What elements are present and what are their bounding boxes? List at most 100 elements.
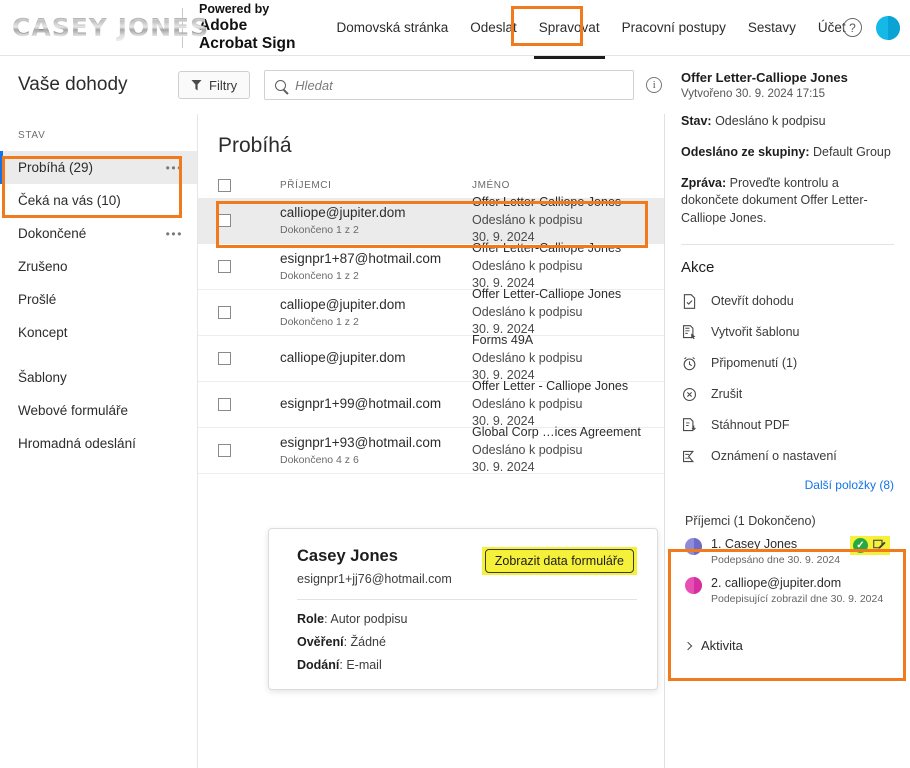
sidebar-item-web-forms[interactable]: Webové formuláře xyxy=(0,394,197,427)
search-box[interactable] xyxy=(264,70,635,100)
recipient-detail-card: Casey Jones esignpr1+jj76@hotmail.com Zo… xyxy=(268,528,658,690)
top-right-controls: ? xyxy=(843,0,900,55)
card-verification-row: Ověření: Žádné xyxy=(297,635,386,649)
card-recipient-email: esignpr1+jj76@hotmail.com xyxy=(297,572,452,586)
action-open-agreement[interactable]: Otevřít dohodu xyxy=(681,286,894,317)
detail-group-value: Default Group xyxy=(813,144,891,159)
activity-section-toggle[interactable]: Aktivita xyxy=(681,638,894,653)
row-agreement-name: Offer Letter-Calliope Jones xyxy=(472,240,622,255)
search-input[interactable] xyxy=(295,77,634,93)
row-recipient-cell: esignpr1+93@hotmail.com Dokončeno 4 z 6 xyxy=(280,435,472,466)
sidebar-label-expired: Prošlé xyxy=(18,292,57,307)
overflow-menu-icon-in-progress[interactable]: ••• xyxy=(166,161,183,175)
recipient-info: 2. calliope@jupiter.dom Podepisující zob… xyxy=(711,575,883,605)
row-agreement-status: Odesláno k podpisu xyxy=(472,350,583,365)
action-label: Vytvořit šablonu xyxy=(711,325,800,340)
sidebar-item-templates[interactable]: Šablony xyxy=(0,361,197,394)
row-agreement-name: Offer Letter-Calliope Jones xyxy=(472,286,622,301)
sidebar-label-templates: Šablony xyxy=(18,370,67,385)
sidebar-label-completed: Dokončené xyxy=(18,226,87,241)
action-reminders[interactable]: Připomenutí (1) xyxy=(681,348,894,379)
detail-status-label: Stav: xyxy=(681,114,712,128)
recipients-section: Příjemci (1 Dokončeno) 1. Casey Jones Po… xyxy=(681,506,894,625)
info-circle-icon[interactable]: i xyxy=(646,77,663,93)
row-agreement-name: Offer Letter - Calliope Jones xyxy=(472,378,629,393)
question-mark-circle-icon[interactable]: ? xyxy=(843,18,862,37)
activity-label: Aktivita xyxy=(701,638,743,654)
action-create-template[interactable]: Vytvořit šablonu xyxy=(681,317,894,348)
nav-item-send[interactable]: Odeslat xyxy=(459,14,528,41)
sidebar-item-cancelled[interactable]: Zrušeno xyxy=(0,250,197,283)
detail-status-row: Stav: Odesláno k podpisu xyxy=(681,113,894,131)
recipient-status-badges: ✓ xyxy=(850,535,890,555)
table-row[interactable]: esignpr1+87@hotmail.com Dokončeno 1 z 2 … xyxy=(198,240,664,290)
table-row[interactable]: calliope@jupiter.dom Forms 49A Odesláno … xyxy=(198,333,664,382)
more-items-link[interactable]: Další položky (8) xyxy=(681,478,894,492)
acrobat-sign-manage-page: CASEY JONES Powered by Adobe Acrobat Sig… xyxy=(0,0,910,768)
row-agreement-status: Odesláno k podpisu xyxy=(472,212,583,227)
nav-item-reports[interactable]: Sestavy xyxy=(737,14,807,41)
column-header-name: JMÉNO xyxy=(472,179,510,191)
sidebar-item-completed[interactable]: Dokončené ••• xyxy=(0,217,197,250)
row-recipient-email: esignpr1+87@hotmail.com xyxy=(280,251,442,267)
sidebar-item-expired[interactable]: Prošlé xyxy=(0,283,197,316)
sidebar-item-in-progress[interactable]: Probíhá (29) ••• xyxy=(0,151,197,184)
row-recipient-progress: Dokončeno 1 z 2 xyxy=(280,223,359,236)
action-label: Připomenutí (1) xyxy=(711,356,798,371)
table-row[interactable]: esignpr1+93@hotmail.com Dokončeno 4 z 6 … xyxy=(198,425,664,474)
row-checkbox[interactable] xyxy=(218,306,231,319)
sidebar-item-waiting-for-you[interactable]: Čeká na vás (10) xyxy=(0,184,197,217)
powered-by-label: Powered by xyxy=(199,1,270,16)
sidebar-label-in-progress: Probíhá (29) xyxy=(18,160,94,175)
detail-message-label: Zpráva: xyxy=(681,175,727,190)
row-checkbox[interactable] xyxy=(218,444,231,457)
row-checkbox[interactable] xyxy=(218,352,231,365)
card-verification-value: Žádné xyxy=(350,635,386,649)
user-avatar-icon[interactable] xyxy=(876,15,900,40)
recipient-avatar-icon xyxy=(685,577,702,594)
card-identity: Casey Jones esignpr1+jj76@hotmail.com xyxy=(297,547,452,586)
table-row[interactable]: calliope@jupiter.dom Dokončeno 1 z 2 Off… xyxy=(198,195,664,244)
action-notification-settings[interactable]: Oznámení o nastavení xyxy=(681,441,894,472)
overflow-menu-icon-completed[interactable]: ••• xyxy=(166,227,183,241)
row-checkbox[interactable] xyxy=(218,214,231,227)
table-row[interactable]: calliope@jupiter.dom Dokončeno 1 z 2 Off… xyxy=(198,286,664,336)
sidebar-label-web-forms: Webové formuláře xyxy=(18,403,129,418)
card-verification-label: Ověření xyxy=(297,635,344,649)
row-checkbox[interactable] xyxy=(218,260,231,273)
action-label: Otevřít dohodu xyxy=(711,294,794,309)
filters-button[interactable]: Filtry xyxy=(178,71,251,99)
sidebar-item-draft[interactable]: Koncept xyxy=(0,316,197,349)
card-role-row: Role: Autor podpisu xyxy=(297,612,408,626)
action-cancel[interactable]: Zrušit xyxy=(681,379,894,410)
row-checkbox[interactable] xyxy=(218,398,231,411)
nav-item-workflows[interactable]: Pracovní postupy xyxy=(611,14,737,41)
select-all-checkbox[interactable] xyxy=(218,178,231,192)
card-header: Casey Jones esignpr1+jj76@hotmail.com Zo… xyxy=(297,547,637,586)
casey-jones-logo[interactable]: CASEY JONES xyxy=(0,0,208,55)
row-name-cell: Global Corp …ices Agreement Odesláno k p… xyxy=(472,424,650,477)
card-delivery-label: Dodání xyxy=(297,658,340,672)
action-label: Oznámení o nastavení xyxy=(711,449,837,464)
sidebar-item-bulk-send[interactable]: Hromadná odeslání xyxy=(0,427,197,460)
adobe-acrobat-sign-brand: Powered by Adobe Acrobat Sign xyxy=(199,2,295,53)
sidebar-label-draft: Koncept xyxy=(18,325,68,340)
main-nav-links: Domovská stránka Odeslat Spravovat Praco… xyxy=(325,0,856,59)
detail-message-row: Zpráva: Proveďte kontrolu a dokončete do… xyxy=(681,175,894,228)
view-form-data-button[interactable]: Zobrazit data formuláře xyxy=(484,549,634,573)
nav-item-home[interactable]: Domovská stránka xyxy=(325,14,459,41)
table-row[interactable]: esignpr1+99@hotmail.com Offer Letter - C… xyxy=(198,378,664,428)
brand-acrobat-sign: Acrobat Sign xyxy=(199,34,296,52)
card-delivery-row: Dodání: E-mail xyxy=(297,658,382,672)
recipient-row[interactable]: 1. Casey Jones Podepsáno dne 30. 9. 2024… xyxy=(685,535,890,566)
action-download-pdf[interactable]: Stáhnout PDF xyxy=(681,410,894,441)
recipient-row[interactable]: 2. calliope@jupiter.dom Podepisující zob… xyxy=(685,575,890,605)
list-heading: Probíhá xyxy=(218,134,292,157)
row-recipient-cell: calliope@jupiter.dom Dokončeno 1 z 2 xyxy=(280,297,472,328)
card-role-value: Autor podpisu xyxy=(330,612,408,626)
card-recipient-name: Casey Jones xyxy=(297,547,398,565)
row-recipient-email: calliope@jupiter.dom xyxy=(280,350,406,366)
logo-text: CASEY JONES xyxy=(12,13,210,42)
nav-item-manage[interactable]: Spravovat xyxy=(528,14,611,59)
